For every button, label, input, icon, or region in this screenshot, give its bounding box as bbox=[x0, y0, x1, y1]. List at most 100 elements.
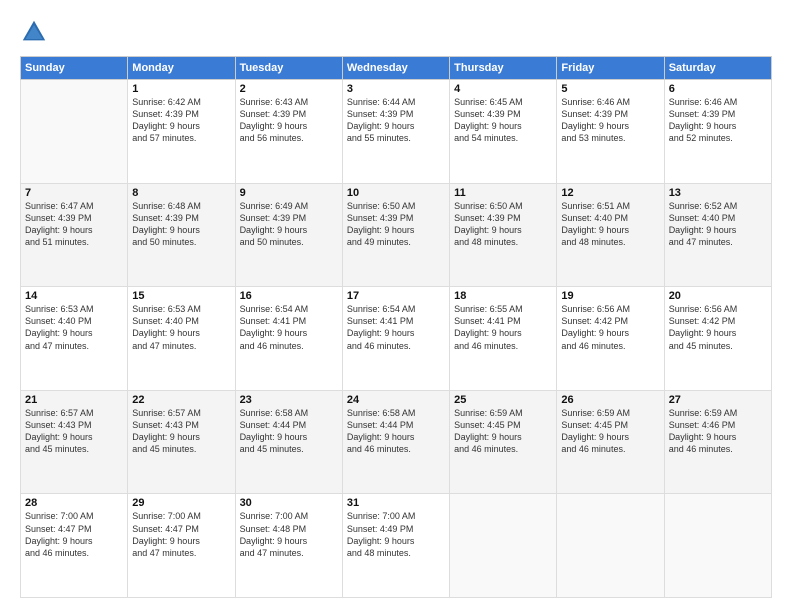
calendar-header-sunday: Sunday bbox=[21, 57, 128, 80]
calendar-day-cell: 28Sunrise: 7:00 AMSunset: 4:47 PMDayligh… bbox=[21, 494, 128, 598]
day-info: Sunrise: 6:53 AMSunset: 4:40 PMDaylight:… bbox=[132, 303, 230, 352]
calendar-header-wednesday: Wednesday bbox=[342, 57, 449, 80]
calendar-day-cell: 19Sunrise: 6:56 AMSunset: 4:42 PMDayligh… bbox=[557, 287, 664, 391]
day-number: 10 bbox=[347, 187, 445, 199]
day-number: 14 bbox=[25, 290, 123, 302]
page: SundayMondayTuesdayWednesdayThursdayFrid… bbox=[0, 0, 792, 612]
calendar-day-cell: 24Sunrise: 6:58 AMSunset: 4:44 PMDayligh… bbox=[342, 390, 449, 494]
day-number: 3 bbox=[347, 83, 445, 95]
calendar-day-cell: 10Sunrise: 6:50 AMSunset: 4:39 PMDayligh… bbox=[342, 183, 449, 287]
day-info: Sunrise: 6:53 AMSunset: 4:40 PMDaylight:… bbox=[25, 303, 123, 352]
day-info: Sunrise: 7:00 AMSunset: 4:48 PMDaylight:… bbox=[240, 510, 338, 559]
calendar-header-saturday: Saturday bbox=[664, 57, 771, 80]
calendar-day-cell: 14Sunrise: 6:53 AMSunset: 4:40 PMDayligh… bbox=[21, 287, 128, 391]
day-number: 27 bbox=[669, 394, 767, 406]
day-info: Sunrise: 6:58 AMSunset: 4:44 PMDaylight:… bbox=[347, 407, 445, 456]
day-info: Sunrise: 6:50 AMSunset: 4:39 PMDaylight:… bbox=[454, 200, 552, 249]
calendar-day-cell: 21Sunrise: 6:57 AMSunset: 4:43 PMDayligh… bbox=[21, 390, 128, 494]
day-number: 22 bbox=[132, 394, 230, 406]
calendar-header-row: SundayMondayTuesdayWednesdayThursdayFrid… bbox=[21, 57, 772, 80]
calendar-day-cell bbox=[557, 494, 664, 598]
calendar-day-cell: 4Sunrise: 6:45 AMSunset: 4:39 PMDaylight… bbox=[450, 80, 557, 184]
day-number: 24 bbox=[347, 394, 445, 406]
calendar-day-cell: 3Sunrise: 6:44 AMSunset: 4:39 PMDaylight… bbox=[342, 80, 449, 184]
calendar-day-cell: 7Sunrise: 6:47 AMSunset: 4:39 PMDaylight… bbox=[21, 183, 128, 287]
day-number: 9 bbox=[240, 187, 338, 199]
calendar-table: SundayMondayTuesdayWednesdayThursdayFrid… bbox=[20, 56, 772, 598]
calendar-day-cell: 6Sunrise: 6:46 AMSunset: 4:39 PMDaylight… bbox=[664, 80, 771, 184]
calendar-day-cell: 30Sunrise: 7:00 AMSunset: 4:48 PMDayligh… bbox=[235, 494, 342, 598]
header bbox=[20, 18, 772, 46]
calendar-day-cell: 13Sunrise: 6:52 AMSunset: 4:40 PMDayligh… bbox=[664, 183, 771, 287]
day-info: Sunrise: 6:52 AMSunset: 4:40 PMDaylight:… bbox=[669, 200, 767, 249]
day-info: Sunrise: 7:00 AMSunset: 4:47 PMDaylight:… bbox=[25, 510, 123, 559]
calendar-week-row: 14Sunrise: 6:53 AMSunset: 4:40 PMDayligh… bbox=[21, 287, 772, 391]
day-number: 16 bbox=[240, 290, 338, 302]
calendar-header-monday: Monday bbox=[128, 57, 235, 80]
calendar-week-row: 21Sunrise: 6:57 AMSunset: 4:43 PMDayligh… bbox=[21, 390, 772, 494]
calendar-day-cell: 11Sunrise: 6:50 AMSunset: 4:39 PMDayligh… bbox=[450, 183, 557, 287]
day-number: 31 bbox=[347, 497, 445, 509]
calendar-header-tuesday: Tuesday bbox=[235, 57, 342, 80]
day-info: Sunrise: 6:43 AMSunset: 4:39 PMDaylight:… bbox=[240, 96, 338, 145]
day-info: Sunrise: 6:45 AMSunset: 4:39 PMDaylight:… bbox=[454, 96, 552, 145]
calendar-day-cell: 25Sunrise: 6:59 AMSunset: 4:45 PMDayligh… bbox=[450, 390, 557, 494]
day-number: 28 bbox=[25, 497, 123, 509]
day-info: Sunrise: 6:48 AMSunset: 4:39 PMDaylight:… bbox=[132, 200, 230, 249]
day-info: Sunrise: 6:56 AMSunset: 4:42 PMDaylight:… bbox=[561, 303, 659, 352]
logo-icon bbox=[20, 18, 48, 46]
calendar-day-cell: 8Sunrise: 6:48 AMSunset: 4:39 PMDaylight… bbox=[128, 183, 235, 287]
day-info: Sunrise: 6:55 AMSunset: 4:41 PMDaylight:… bbox=[454, 303, 552, 352]
calendar-day-cell: 2Sunrise: 6:43 AMSunset: 4:39 PMDaylight… bbox=[235, 80, 342, 184]
day-info: Sunrise: 6:46 AMSunset: 4:39 PMDaylight:… bbox=[669, 96, 767, 145]
day-number: 26 bbox=[561, 394, 659, 406]
calendar-day-cell: 27Sunrise: 6:59 AMSunset: 4:46 PMDayligh… bbox=[664, 390, 771, 494]
day-info: Sunrise: 6:50 AMSunset: 4:39 PMDaylight:… bbox=[347, 200, 445, 249]
calendar-day-cell bbox=[664, 494, 771, 598]
calendar-week-row: 7Sunrise: 6:47 AMSunset: 4:39 PMDaylight… bbox=[21, 183, 772, 287]
calendar-day-cell bbox=[21, 80, 128, 184]
calendar-day-cell: 12Sunrise: 6:51 AMSunset: 4:40 PMDayligh… bbox=[557, 183, 664, 287]
day-number: 20 bbox=[669, 290, 767, 302]
day-number: 11 bbox=[454, 187, 552, 199]
calendar-day-cell: 29Sunrise: 7:00 AMSunset: 4:47 PMDayligh… bbox=[128, 494, 235, 598]
day-number: 4 bbox=[454, 83, 552, 95]
calendar-week-row: 1Sunrise: 6:42 AMSunset: 4:39 PMDaylight… bbox=[21, 80, 772, 184]
calendar-day-cell bbox=[450, 494, 557, 598]
calendar-day-cell: 9Sunrise: 6:49 AMSunset: 4:39 PMDaylight… bbox=[235, 183, 342, 287]
day-info: Sunrise: 6:59 AMSunset: 4:45 PMDaylight:… bbox=[454, 407, 552, 456]
day-info: Sunrise: 6:42 AMSunset: 4:39 PMDaylight:… bbox=[132, 96, 230, 145]
day-number: 6 bbox=[669, 83, 767, 95]
day-info: Sunrise: 6:44 AMSunset: 4:39 PMDaylight:… bbox=[347, 96, 445, 145]
day-number: 21 bbox=[25, 394, 123, 406]
day-number: 29 bbox=[132, 497, 230, 509]
calendar-day-cell: 31Sunrise: 7:00 AMSunset: 4:49 PMDayligh… bbox=[342, 494, 449, 598]
day-info: Sunrise: 6:57 AMSunset: 4:43 PMDaylight:… bbox=[25, 407, 123, 456]
day-info: Sunrise: 6:47 AMSunset: 4:39 PMDaylight:… bbox=[25, 200, 123, 249]
day-info: Sunrise: 6:49 AMSunset: 4:39 PMDaylight:… bbox=[240, 200, 338, 249]
day-info: Sunrise: 6:59 AMSunset: 4:45 PMDaylight:… bbox=[561, 407, 659, 456]
day-info: Sunrise: 6:51 AMSunset: 4:40 PMDaylight:… bbox=[561, 200, 659, 249]
day-info: Sunrise: 6:54 AMSunset: 4:41 PMDaylight:… bbox=[240, 303, 338, 352]
day-number: 8 bbox=[132, 187, 230, 199]
calendar-day-cell: 1Sunrise: 6:42 AMSunset: 4:39 PMDaylight… bbox=[128, 80, 235, 184]
calendar-header-friday: Friday bbox=[557, 57, 664, 80]
day-number: 17 bbox=[347, 290, 445, 302]
calendar-day-cell: 20Sunrise: 6:56 AMSunset: 4:42 PMDayligh… bbox=[664, 287, 771, 391]
calendar-day-cell: 17Sunrise: 6:54 AMSunset: 4:41 PMDayligh… bbox=[342, 287, 449, 391]
day-info: Sunrise: 6:56 AMSunset: 4:42 PMDaylight:… bbox=[669, 303, 767, 352]
day-info: Sunrise: 6:58 AMSunset: 4:44 PMDaylight:… bbox=[240, 407, 338, 456]
day-number: 7 bbox=[25, 187, 123, 199]
logo bbox=[20, 18, 52, 46]
day-info: Sunrise: 6:59 AMSunset: 4:46 PMDaylight:… bbox=[669, 407, 767, 456]
calendar-day-cell: 23Sunrise: 6:58 AMSunset: 4:44 PMDayligh… bbox=[235, 390, 342, 494]
day-number: 13 bbox=[669, 187, 767, 199]
day-number: 30 bbox=[240, 497, 338, 509]
day-number: 25 bbox=[454, 394, 552, 406]
day-info: Sunrise: 7:00 AMSunset: 4:49 PMDaylight:… bbox=[347, 510, 445, 559]
day-info: Sunrise: 7:00 AMSunset: 4:47 PMDaylight:… bbox=[132, 510, 230, 559]
day-number: 23 bbox=[240, 394, 338, 406]
calendar-day-cell: 16Sunrise: 6:54 AMSunset: 4:41 PMDayligh… bbox=[235, 287, 342, 391]
day-info: Sunrise: 6:46 AMSunset: 4:39 PMDaylight:… bbox=[561, 96, 659, 145]
day-info: Sunrise: 6:57 AMSunset: 4:43 PMDaylight:… bbox=[132, 407, 230, 456]
